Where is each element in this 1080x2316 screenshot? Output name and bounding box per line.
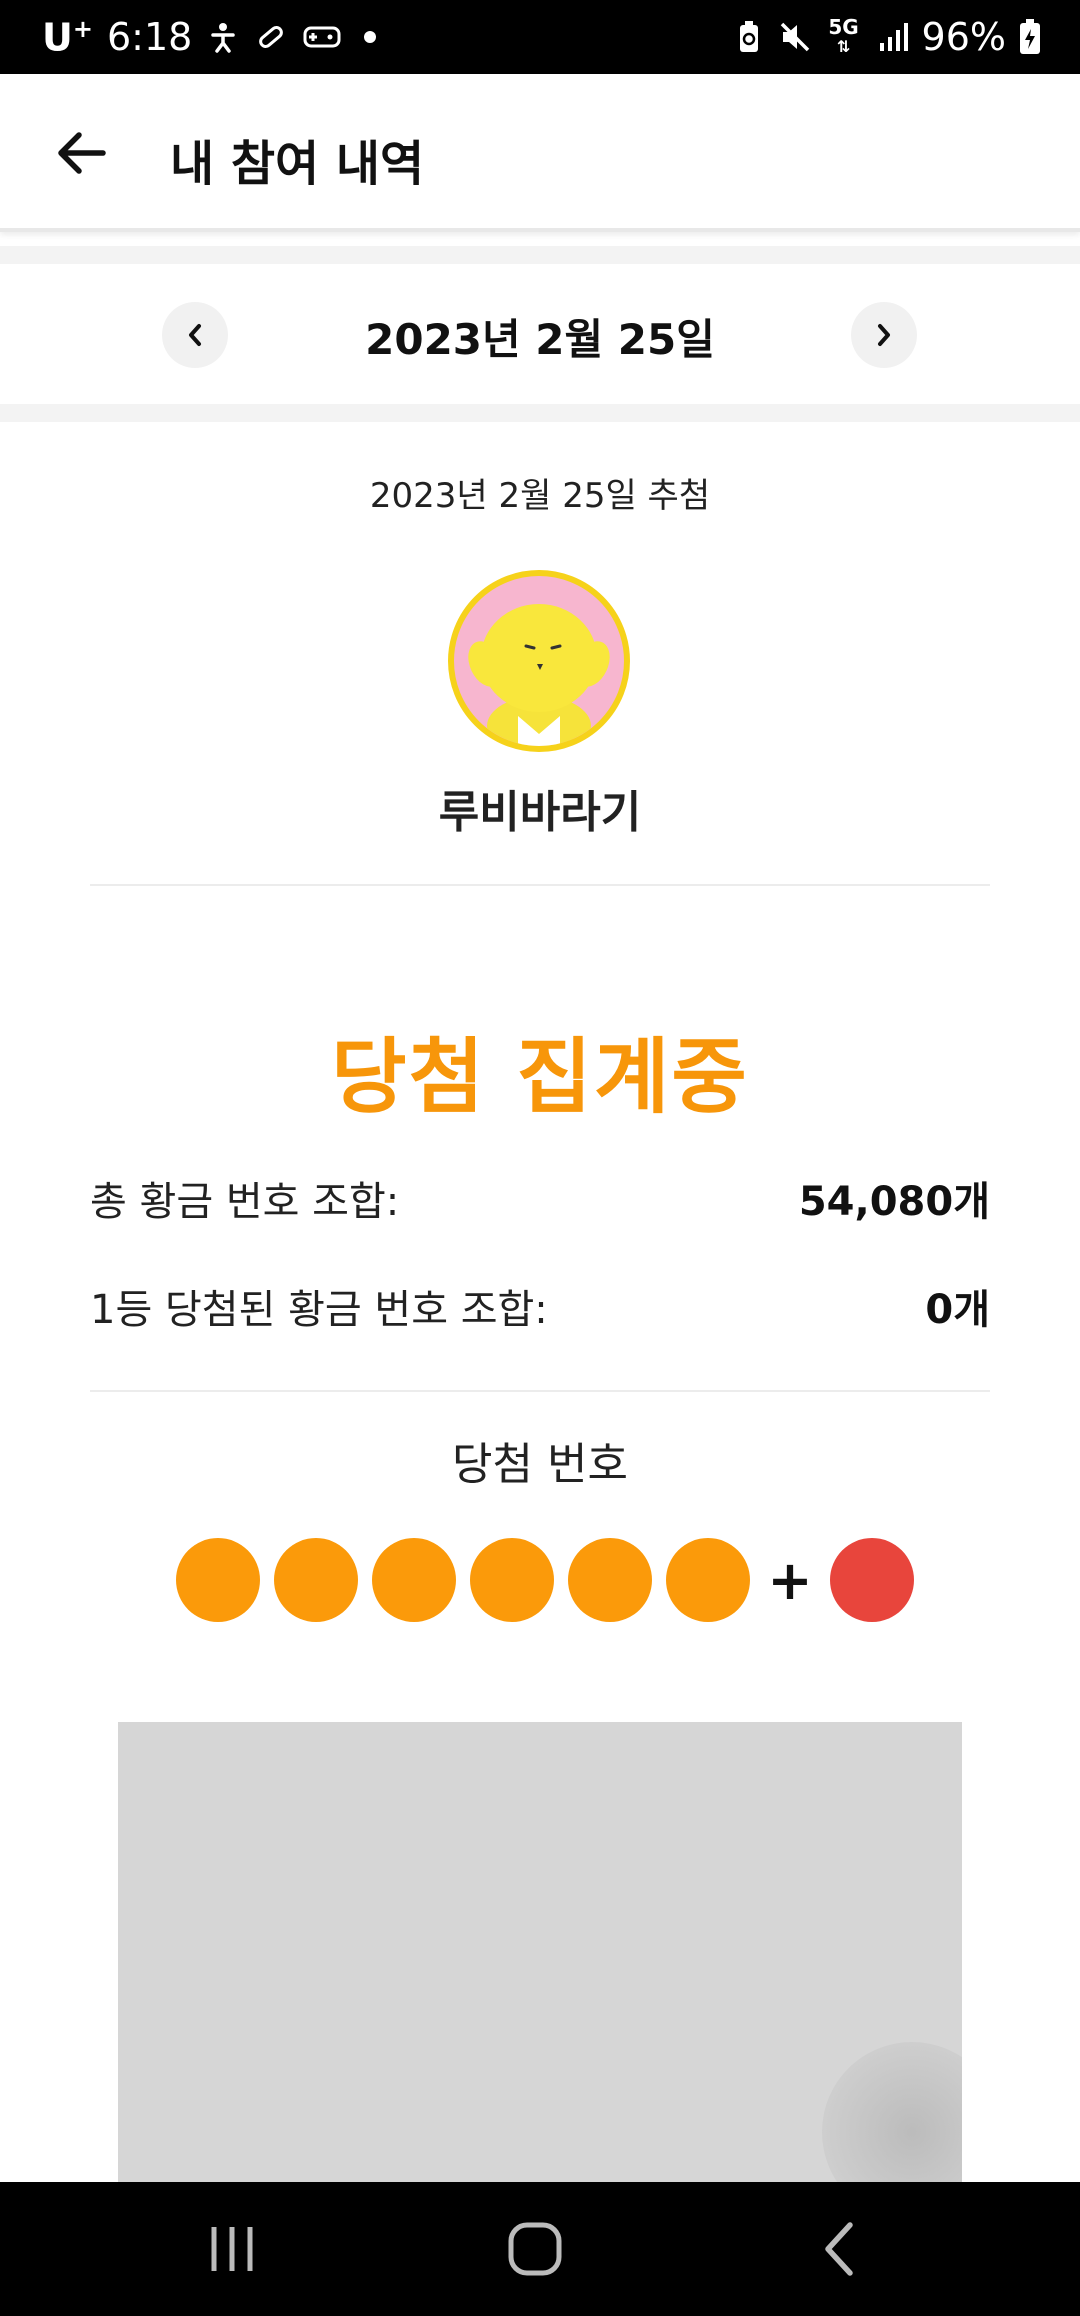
recent-apps-icon xyxy=(211,2227,253,2271)
ad-placeholder[interactable] xyxy=(118,1722,962,2182)
carrier-sup: + xyxy=(72,14,93,43)
divider xyxy=(90,884,990,886)
status-bar: U+ 6:18 5G ⇅ 96% xyxy=(0,0,1080,74)
chevron-right-icon xyxy=(878,324,890,346)
carrier-label: U+ xyxy=(42,15,93,60)
divider xyxy=(90,1390,990,1392)
gamepad-icon xyxy=(302,17,342,57)
app-bar: 내 참여 내역 xyxy=(0,74,1080,232)
number-ball xyxy=(568,1538,652,1622)
stat-first-prize-combinations: 1등 당첨된 황금 번호 조합: 0개 xyxy=(90,1276,990,1336)
carrier-text: U xyxy=(42,15,73,60)
battery-charging-icon xyxy=(1018,17,1042,57)
number-ball xyxy=(274,1538,358,1622)
number-ball xyxy=(666,1538,750,1622)
bonus-ball xyxy=(830,1538,914,1622)
stat-value: 54,080개 xyxy=(798,1179,990,1225)
number-ball xyxy=(372,1538,456,1622)
clock-text: 6:18 xyxy=(106,15,193,59)
winning-numbers-title: 당첨 번호 xyxy=(452,1439,628,1490)
battery-saver-icon xyxy=(732,17,766,57)
network-label: 5G xyxy=(828,15,859,39)
result-status: 당첨 집계중 xyxy=(331,1030,749,1125)
winning-numbers: + xyxy=(176,1538,914,1622)
status-bar-right: 5G ⇅ 96% xyxy=(732,0,1042,74)
back-button[interactable] xyxy=(48,120,114,186)
arrow-left-icon xyxy=(58,132,106,174)
back-chevron-icon xyxy=(825,2222,853,2276)
stat-value: 0개 xyxy=(925,1287,990,1333)
signal-icon xyxy=(876,17,910,57)
stat-label: 총 황금 번호 조합: xyxy=(90,1179,400,1225)
username: 루비바라기 xyxy=(438,787,642,838)
date-navigator: 2023년 2월 25일 xyxy=(0,264,1080,404)
pill-icon xyxy=(254,17,288,57)
system-back-button[interactable] xyxy=(798,2212,878,2286)
next-date-button[interactable] xyxy=(851,302,917,368)
home-icon xyxy=(508,2222,562,2276)
avatar xyxy=(448,570,630,752)
status-bar-left: U+ 6:18 xyxy=(42,0,377,74)
ad-shade xyxy=(822,2042,962,2182)
network-5g-icon: 5G ⇅ xyxy=(824,17,864,57)
stat-total-combinations: 총 황금 번호 조합: 54,080개 xyxy=(90,1168,990,1228)
draw-date-label: 2023년 2월 25일 추첨 xyxy=(369,476,711,516)
number-ball xyxy=(176,1538,260,1622)
number-ball xyxy=(470,1538,554,1622)
home-button[interactable] xyxy=(495,2212,575,2286)
plus-sign: + xyxy=(767,1548,813,1612)
system-nav-bar xyxy=(0,2182,1080,2316)
mute-icon xyxy=(778,17,812,57)
section-gap xyxy=(0,404,1080,422)
chick-character-icon xyxy=(468,604,610,746)
recent-apps-button[interactable] xyxy=(192,2212,272,2286)
battery-percent: 96% xyxy=(921,15,1006,59)
section-gap xyxy=(0,246,1080,264)
accessibility-icon xyxy=(206,17,240,57)
data-arrows-icon: ⇅ xyxy=(836,37,851,56)
selected-date: 2023년 2월 25일 xyxy=(365,315,715,364)
stat-label: 1등 당첨된 황금 번호 조합: xyxy=(90,1287,548,1333)
notification-dot-icon xyxy=(364,31,377,43)
page-title: 내 참여 내역 xyxy=(170,136,425,192)
